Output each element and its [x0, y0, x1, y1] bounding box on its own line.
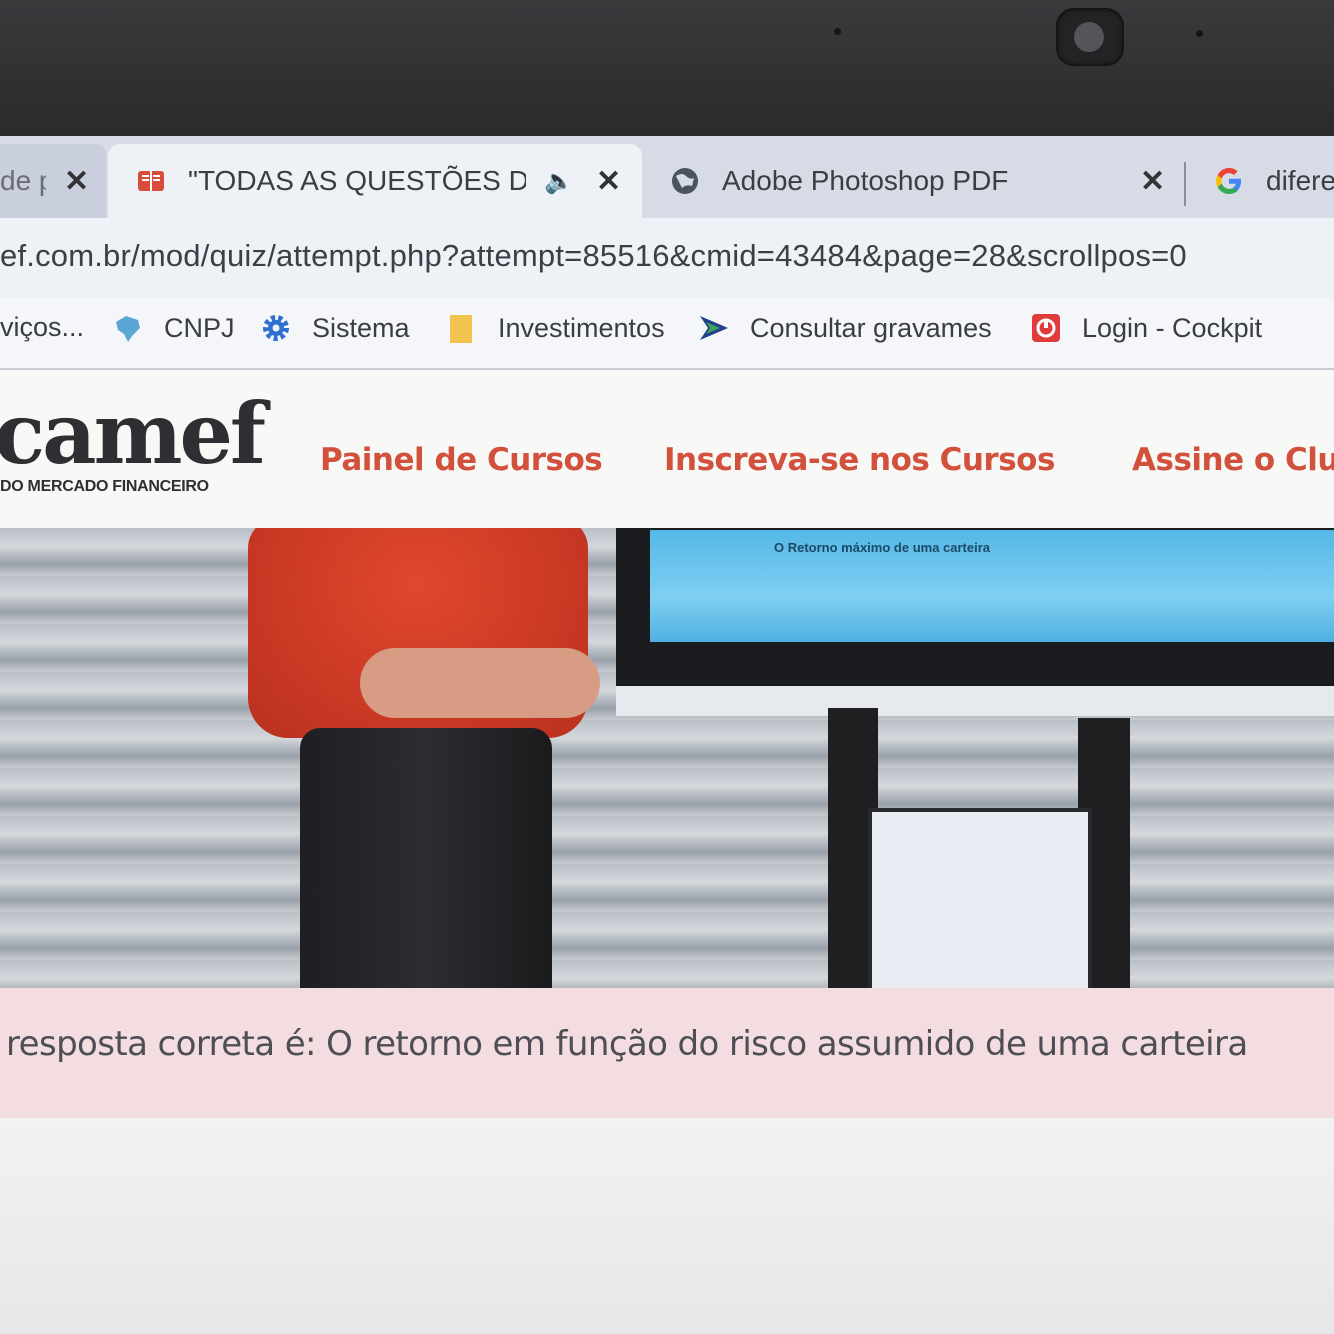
bookmark-servicos[interactable]: viços...: [0, 312, 84, 343]
tab-title: Adobe Photoshop PDF: [722, 165, 1009, 196]
bezel-dot: [1196, 30, 1203, 37]
monitor-caption: O Retorno máximo de uma carteira: [774, 540, 991, 555]
gear-icon: [263, 315, 289, 341]
tab-previous[interactable]: de p ✕: [0, 144, 106, 218]
bookmark-label: viços...: [0, 312, 85, 342]
url-text[interactable]: ef.com.br/mod/quiz/attempt.php?attempt=8…: [0, 238, 1187, 274]
tab-title: de p: [0, 165, 46, 196]
bookmark-sistema[interactable]: Sistema: [260, 312, 410, 344]
monitor-stand-panel: [868, 808, 1092, 988]
studio-monitor: O Retorno máximo de uma carteira: [616, 528, 1334, 716]
speaker-icon[interactable]: 🔈: [544, 167, 574, 196]
tab-google-search[interactable]: difere: [1196, 144, 1334, 218]
bookmark-label: Investimentos: [498, 312, 665, 343]
site-logo-subtitle: DO MERCADO FINANCEIRO: [0, 478, 209, 495]
bookmark-investimentos[interactable]: Investimentos: [446, 312, 665, 344]
bookmark-label: Login - Cockpit: [1082, 312, 1263, 343]
nav-painel-de-cursos[interactable]: Painel de Cursos: [320, 442, 603, 478]
lesson-video[interactable]: O Retorno máximo de uma carteira: [0, 528, 1334, 988]
globe-icon: [672, 168, 698, 194]
bookmark-label: Consultar gravames: [750, 312, 992, 343]
brazil-map-icon: [116, 316, 140, 342]
arrow-icon: [700, 316, 728, 340]
studio-monitor-screen: O Retorno máximo de uma carteira: [650, 530, 1334, 642]
tab-title: difere: [1266, 165, 1334, 196]
feedback-box: resposta correta é: O retorno em função …: [0, 988, 1334, 1118]
presenter-pants: [300, 728, 552, 988]
nav-inscreva-se[interactable]: Inscreva-se nos Cursos: [664, 442, 1055, 478]
presenter-hands: [360, 648, 600, 718]
tab-strip: de p ✕ "TODAS AS QUESTÕES DO M 🔈 ✕ Adobe…: [0, 136, 1334, 218]
bookmark-label: Sistema: [312, 312, 410, 343]
book-icon: [138, 171, 164, 191]
bookmarks-bar: viços... CNPJ Sistema Investimentos Cons…: [0, 298, 1334, 370]
bezel-dot: [834, 28, 841, 35]
tab-quiz[interactable]: "TODAS AS QUESTÕES DO M 🔈 ✕: [108, 144, 642, 218]
tab-separator: [1184, 162, 1186, 206]
monitor-bezel: [0, 0, 1334, 140]
close-icon[interactable]: ✕: [1140, 164, 1165, 199]
google-icon: [1216, 168, 1241, 194]
bookmark-label: CNPJ: [164, 312, 235, 343]
address-bar[interactable]: ef.com.br/mod/quiz/attempt.php?attempt=8…: [0, 218, 1334, 299]
bookmark-login-cockpit[interactable]: Login - Cockpit: [1030, 312, 1262, 344]
bookmark-consultar-gravames[interactable]: Consultar gravames: [698, 312, 992, 344]
tab-title: "TODAS AS QUESTÕES DO M: [188, 165, 526, 196]
folder-icon: [450, 315, 472, 343]
tab-photoshop[interactable]: Adobe Photoshop PDF ✕: [648, 144, 1178, 218]
page-content-below: [0, 1118, 1334, 1334]
close-icon[interactable]: ✕: [596, 164, 621, 199]
nav-assine[interactable]: Assine o Clu: [1132, 442, 1334, 478]
site-logo[interactable]: camef: [0, 392, 266, 476]
cockpit-icon: [1032, 314, 1060, 342]
site-header: camef DO MERCADO FINANCEIRO Painel de Cu…: [0, 370, 1334, 530]
close-icon[interactable]: ✕: [64, 164, 89, 199]
browser-window: de p ✕ "TODAS AS QUESTÕES DO M 🔈 ✕ Adobe…: [0, 136, 1334, 1334]
bookmark-cnpj[interactable]: CNPJ: [112, 312, 235, 344]
correct-answer-text: resposta correta é: O retorno em função …: [6, 1024, 1248, 1064]
webcam: [1056, 8, 1124, 66]
